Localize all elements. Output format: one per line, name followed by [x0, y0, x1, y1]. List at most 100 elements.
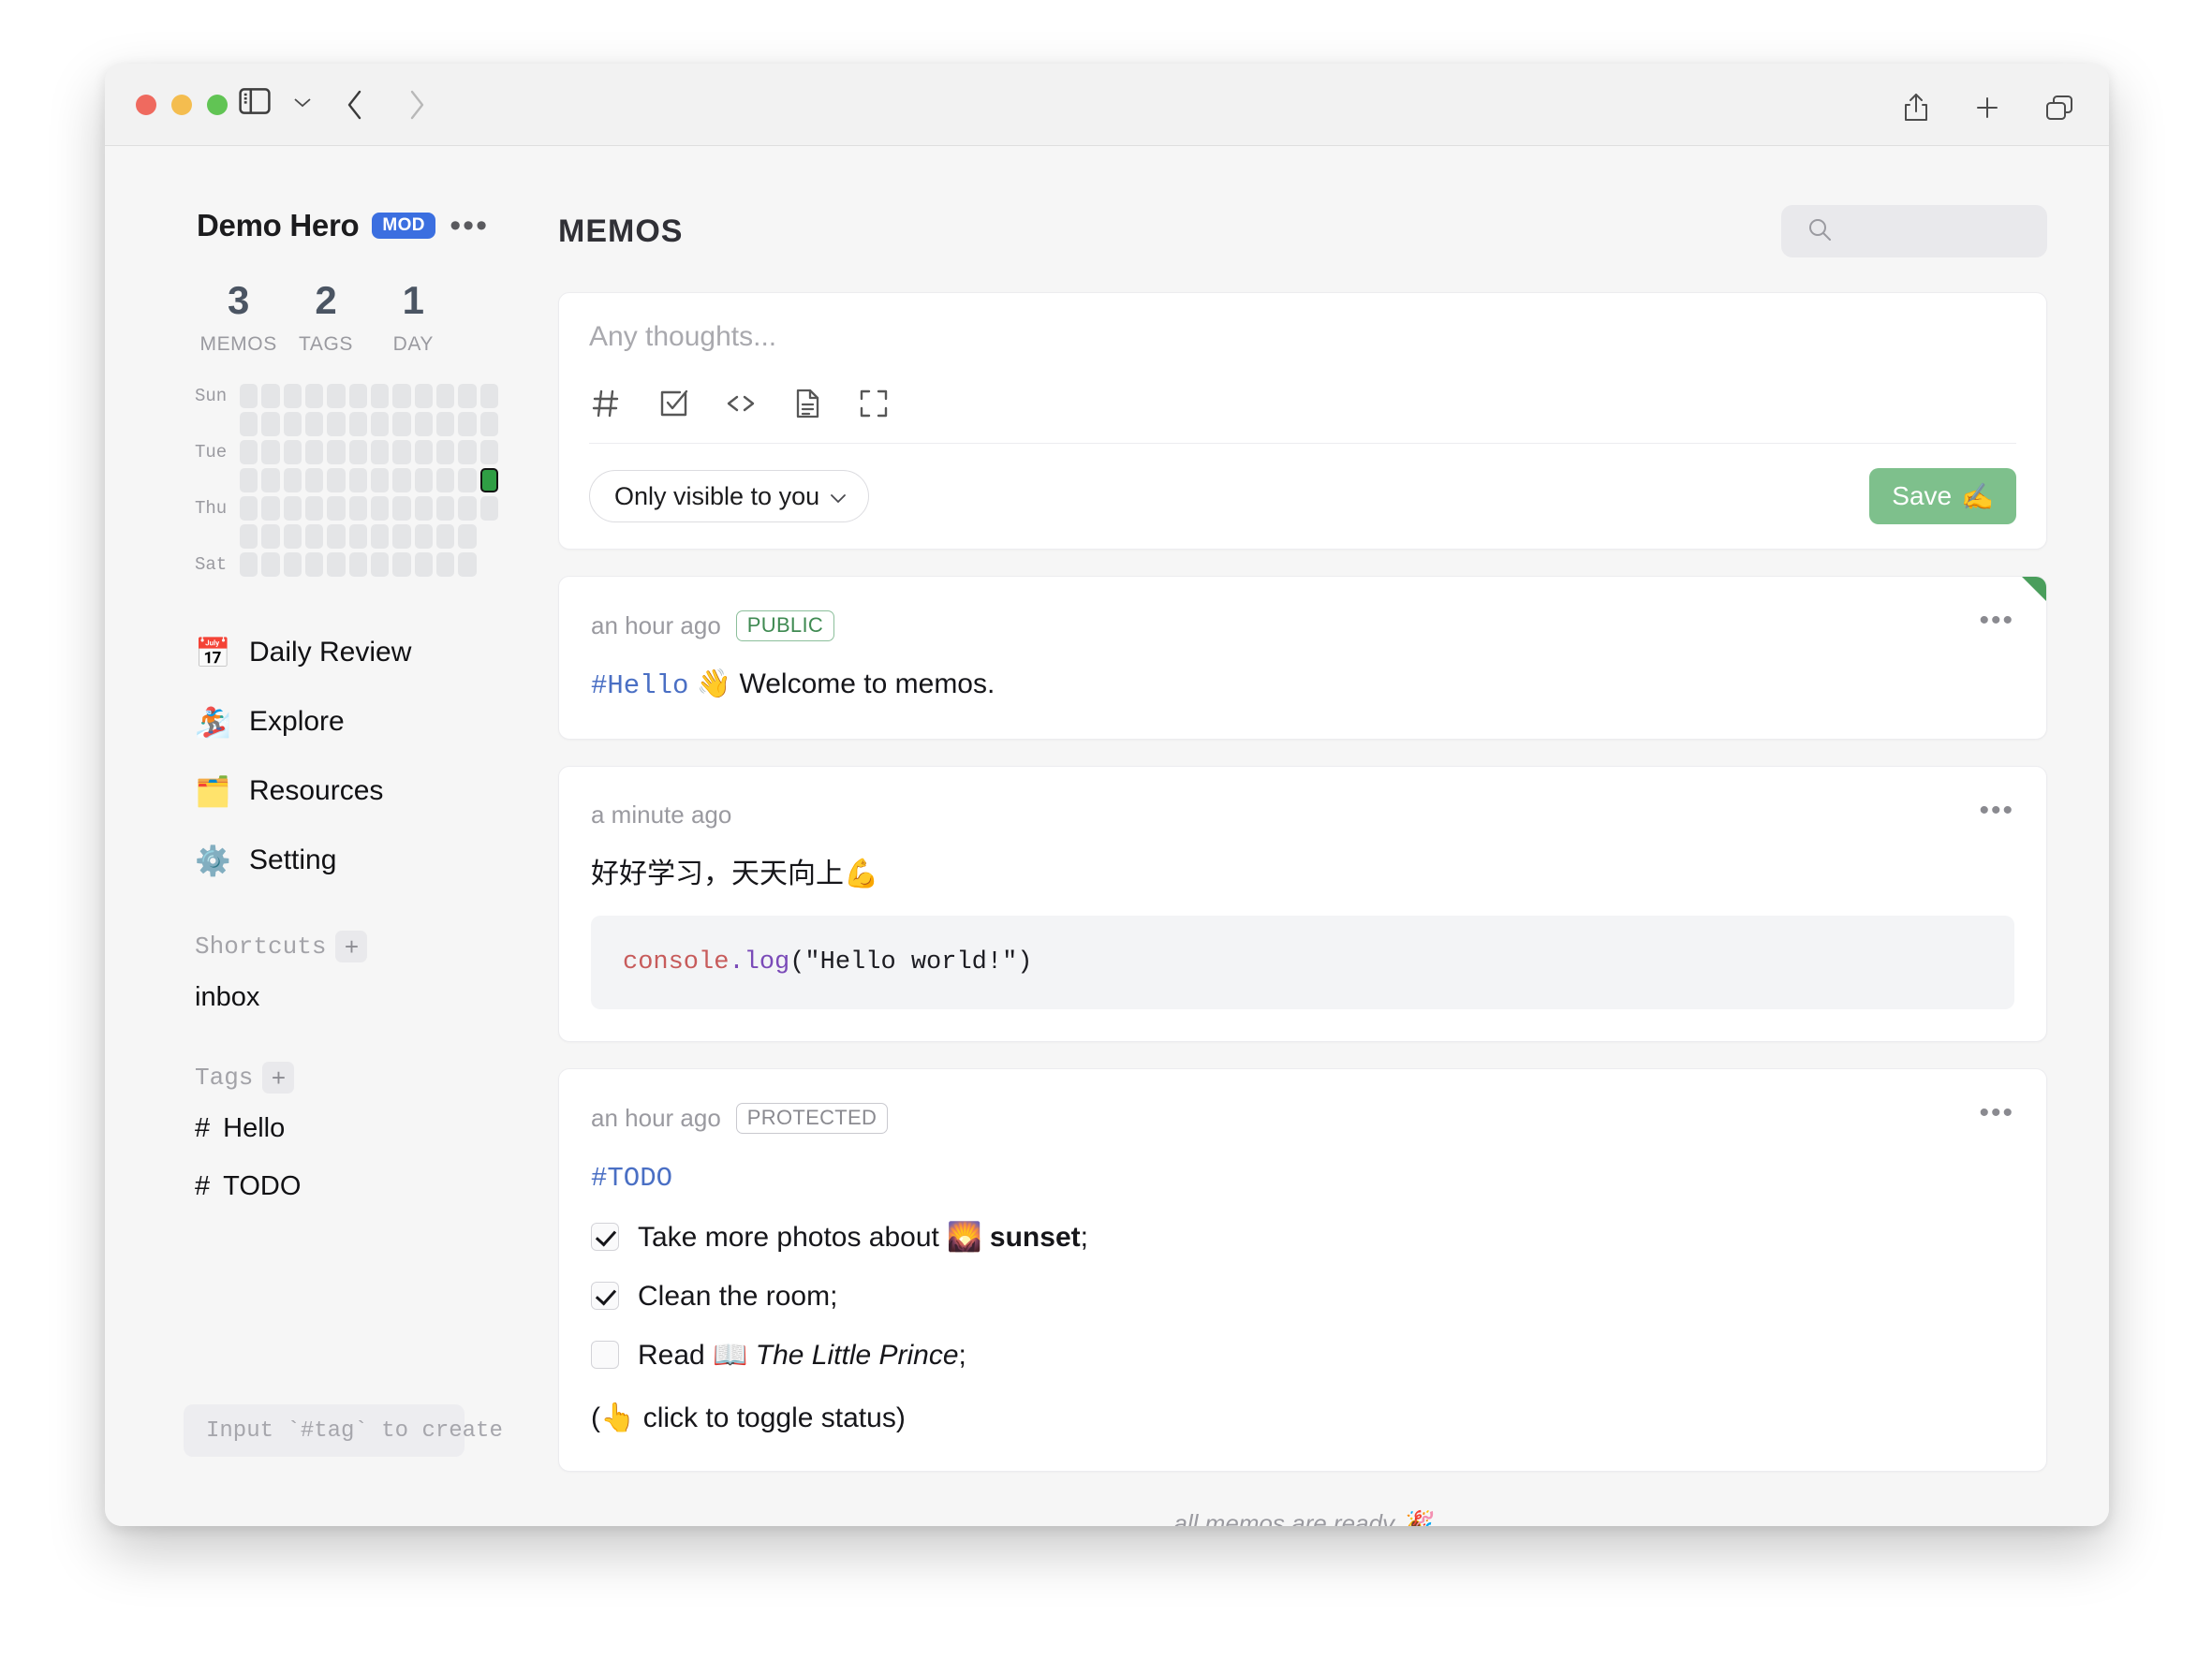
memo-card[interactable]: an hour ago PROTECTED ••• #TODO Take mor…: [558, 1068, 2047, 1472]
heatmap-cell[interactable]: [305, 468, 324, 492]
memo-actions-button[interactable]: •••: [1979, 796, 2014, 825]
heatmap-cell[interactable]: [283, 440, 302, 464]
tag-item-todo[interactable]: # TODO: [105, 1157, 536, 1215]
heatmap-cell[interactable]: [371, 524, 390, 549]
task-item[interactable]: Clean the room;: [591, 1275, 2014, 1317]
heatmap-cell[interactable]: [305, 440, 324, 464]
close-window-button[interactable]: [136, 95, 156, 115]
heatmap-cell[interactable]: [261, 552, 280, 577]
heatmap-cell[interactable]: [240, 412, 258, 436]
heatmap-cell[interactable]: [327, 440, 346, 464]
heatmap-cell[interactable]: [261, 384, 280, 408]
memo-editor-placeholder[interactable]: Any thoughts...: [589, 321, 2016, 372]
heatmap-cell[interactable]: [348, 524, 367, 549]
sidebar-item-setting[interactable]: ⚙️ Setting: [195, 826, 536, 895]
browser-forward-button[interactable]: [405, 86, 429, 124]
sidebar-item-resources[interactable]: 🗂️ Resources: [195, 756, 536, 826]
sidebar-toggle-icon[interactable]: [239, 88, 271, 119]
heatmap-cell[interactable]: [436, 496, 455, 521]
heatmap-cell[interactable]: [261, 524, 280, 549]
heatmap-cell[interactable]: [458, 384, 477, 408]
heatmap-cell[interactable]: [283, 552, 302, 577]
heatmap-cell[interactable]: [371, 440, 390, 464]
heatmap-cell[interactable]: [348, 412, 367, 436]
minimize-window-button[interactable]: [171, 95, 192, 115]
browser-back-button[interactable]: [343, 86, 367, 124]
heatmap-cell[interactable]: [479, 496, 498, 521]
memo-actions-button[interactable]: •••: [1979, 607, 2014, 635]
heatmap-cell[interactable]: [348, 496, 367, 521]
heatmap-cell[interactable]: [283, 384, 302, 408]
heatmap-cell[interactable]: [348, 384, 367, 408]
heatmap-cell[interactable]: [327, 552, 346, 577]
heatmap-cell[interactable]: [305, 412, 324, 436]
heatmap-cell[interactable]: [348, 440, 367, 464]
heatmap-cell[interactable]: [240, 384, 258, 408]
heatmap-cell[interactable]: [240, 524, 258, 549]
heatmap-cell[interactable]: [436, 440, 455, 464]
heatmap-cell[interactable]: [392, 468, 411, 492]
heatmap-cell[interactable]: [392, 552, 411, 577]
heatmap-cell[interactable]: [240, 552, 258, 577]
heatmap-cell[interactable]: [414, 552, 433, 577]
heatmap-cell[interactable]: [392, 412, 411, 436]
heatmap-cell[interactable]: [305, 496, 324, 521]
user-name[interactable]: Demo Hero: [197, 208, 360, 243]
heatmap-cell[interactable]: [414, 412, 433, 436]
search-input[interactable]: [1781, 205, 2047, 257]
create-tag-input[interactable]: Input `#tag` to create: [184, 1404, 503, 1457]
heatmap-cell[interactable]: [414, 496, 433, 521]
heatmap-cell[interactable]: [327, 412, 346, 436]
heatmap-cell[interactable]: [458, 440, 477, 464]
heatmap-cell[interactable]: [371, 412, 390, 436]
heatmap-cell[interactable]: [261, 468, 280, 492]
heatmap-cell[interactable]: [458, 552, 477, 577]
task-checkbox[interactable]: [591, 1282, 619, 1310]
heatmap-cell[interactable]: [283, 468, 302, 492]
sidebar-item-daily-review[interactable]: 📅 Daily Review: [195, 618, 536, 687]
plus-icon[interactable]: [1972, 93, 2002, 127]
heatmap-cell[interactable]: [327, 468, 346, 492]
heatmap-cell[interactable]: [436, 412, 455, 436]
memo-tag-link[interactable]: #Hello: [591, 670, 688, 701]
heatmap-cell[interactable]: [479, 468, 498, 492]
heatmap-cell[interactable]: [283, 496, 302, 521]
heatmap-cell[interactable]: [458, 412, 477, 436]
hash-icon[interactable]: [589, 387, 623, 420]
heatmap-cell[interactable]: [436, 384, 455, 408]
file-text-icon[interactable]: [791, 387, 823, 420]
heatmap-cell[interactable]: [371, 496, 390, 521]
heatmap-cell[interactable]: [436, 468, 455, 492]
heatmap-cell[interactable]: [371, 384, 390, 408]
heatmap-cell[interactable]: [414, 524, 433, 549]
maximize-window-button[interactable]: [207, 95, 228, 115]
save-button[interactable]: Save ✍️: [1869, 468, 2016, 524]
heatmap-cell[interactable]: [480, 524, 498, 549]
tab-overview-icon[interactable]: [2043, 93, 2075, 127]
heatmap-cell[interactable]: [479, 384, 498, 408]
heatmap-cell[interactable]: [414, 440, 433, 464]
task-checkbox[interactable]: [591, 1223, 619, 1251]
memo-card[interactable]: an hour ago PUBLIC ••• #Hello 👋 Welcome …: [558, 576, 2047, 740]
task-item[interactable]: Take more photos about 🌄 sunset;: [591, 1216, 2014, 1258]
heatmap-cell[interactable]: [392, 496, 411, 521]
heatmap-cell[interactable]: [240, 440, 258, 464]
heatmap-cell[interactable]: [348, 468, 367, 492]
heatmap-cell[interactable]: [261, 496, 280, 521]
fullscreen-icon[interactable]: [857, 387, 891, 420]
heatmap-cell[interactable]: [305, 552, 324, 577]
heatmap-cell[interactable]: [414, 468, 433, 492]
heatmap-cell[interactable]: [392, 524, 411, 549]
heatmap-cell[interactable]: [327, 524, 346, 549]
heatmap-cell[interactable]: [261, 412, 280, 436]
heatmap-cell[interactable]: [458, 468, 477, 492]
heatmap-cell[interactable]: [414, 384, 433, 408]
heatmap-cell[interactable]: [261, 440, 280, 464]
heatmap-cell[interactable]: [480, 552, 498, 577]
heatmap-cell[interactable]: [392, 440, 411, 464]
checkbox-icon[interactable]: [656, 387, 690, 420]
memo-card[interactable]: a minute ago ••• 好好学习，天天向上💪 console.log(…: [558, 765, 2047, 1042]
heatmap-cell[interactable]: [436, 552, 455, 577]
heatmap-cell[interactable]: [479, 412, 498, 436]
heatmap-cell[interactable]: [327, 384, 346, 408]
